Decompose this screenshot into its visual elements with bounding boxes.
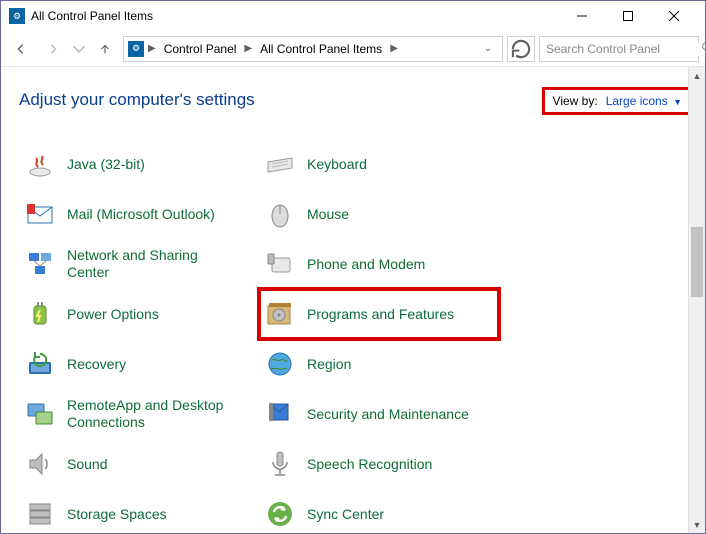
view-by-value[interactable]: Large icons ▼	[606, 94, 682, 108]
item-label: Sound	[67, 456, 107, 473]
titlebar: ⚙ All Control Panel Items	[1, 1, 705, 31]
mail-icon	[23, 197, 57, 231]
item-label: Mouse	[307, 206, 349, 223]
item-label: Security and Maintenance	[307, 406, 469, 423]
recovery-icon	[23, 347, 57, 381]
item-label: Network and Sharing Center	[67, 247, 237, 281]
item-network[interactable]: Network and Sharing Center	[19, 239, 259, 289]
refresh-button[interactable]	[507, 36, 535, 62]
page-title: Adjust your computer's settings	[19, 90, 255, 110]
address-dropdown-icon[interactable]: ⌄	[478, 43, 498, 54]
item-label: Java (32-bit)	[67, 156, 145, 173]
minimize-button[interactable]	[559, 1, 605, 31]
item-mail[interactable]: Mail (Microsoft Outlook)	[19, 189, 259, 239]
close-button[interactable]	[651, 1, 697, 31]
item-label: Mail (Microsoft Outlook)	[67, 206, 215, 223]
power-icon	[23, 297, 57, 331]
scroll-up-button[interactable]: ▲	[689, 67, 705, 84]
item-label: Phone and Modem	[307, 256, 425, 273]
programs-icon	[263, 297, 297, 331]
chevron-right-icon[interactable]: ▶	[388, 43, 400, 54]
breadcrumb-control-panel[interactable]: Control Panel	[160, 37, 241, 61]
back-button[interactable]	[7, 35, 35, 63]
remoteapp-icon	[23, 397, 57, 431]
view-by-control[interactable]: View by: Large icons ▼	[542, 87, 693, 115]
vertical-scrollbar[interactable]: ▲ ▼	[688, 67, 705, 533]
body: Adjust your computer's settings View by:…	[1, 67, 705, 533]
address-bar[interactable]: ⚙ ▶ Control Panel ▶ All Control Panel It…	[123, 36, 503, 62]
toolbar: ⚙ ▶ Control Panel ▶ All Control Panel It…	[1, 31, 705, 67]
item-remoteapp[interactable]: RemoteApp and Desktop Connections	[19, 389, 259, 439]
item-label: Programs and Features	[307, 306, 454, 323]
chevron-down-icon: ▼	[673, 97, 682, 107]
view-by-value-text: Large icons	[606, 94, 668, 108]
item-label: RemoteApp and Desktop Connections	[67, 397, 237, 431]
control-panel-address-icon: ⚙	[128, 41, 144, 57]
scroll-down-button[interactable]: ▼	[689, 516, 705, 533]
search-icon	[701, 41, 706, 57]
security-icon	[263, 397, 297, 431]
keyboard-icon	[263, 147, 297, 181]
chevron-right-icon[interactable]: ▶	[146, 43, 158, 54]
up-button[interactable]	[91, 35, 119, 63]
scroll-thumb[interactable]	[691, 227, 703, 297]
item-label: Region	[307, 356, 351, 373]
item-sound[interactable]: Sound	[19, 439, 259, 489]
content-header: Adjust your computer's settings View by:…	[19, 87, 693, 115]
item-label: Keyboard	[307, 156, 367, 173]
window-title: All Control Panel Items	[31, 9, 559, 23]
chevron-right-icon[interactable]: ▶	[242, 43, 254, 54]
item-java[interactable]: Java (32-bit)	[19, 139, 259, 189]
item-keyboard[interactable]: Keyboard	[259, 139, 499, 189]
java-icon	[23, 147, 57, 181]
item-label: Power Options	[67, 306, 159, 323]
network-icon	[23, 247, 57, 281]
recent-locations-button[interactable]	[71, 35, 87, 63]
item-power[interactable]: Power Options	[19, 289, 259, 339]
breadcrumb-all-items[interactable]: All Control Panel Items	[256, 37, 386, 61]
item-recovery[interactable]: Recovery	[19, 339, 259, 389]
item-security[interactable]: Security and Maintenance	[259, 389, 499, 439]
item-label: Recovery	[67, 356, 126, 373]
items-area: Java (32-bit) Keyboard Mail (Microsoft O…	[19, 139, 693, 529]
speech-icon	[263, 447, 297, 481]
item-label: Speech Recognition	[307, 456, 432, 473]
item-label: Sync Center	[307, 506, 384, 523]
sync-icon	[263, 497, 297, 529]
content-area: Adjust your computer's settings View by:…	[7, 67, 705, 533]
control-panel-icon: ⚙	[9, 8, 25, 24]
forward-button[interactable]	[39, 35, 67, 63]
storage-icon	[23, 497, 57, 529]
search-input[interactable]	[546, 42, 701, 56]
view-by-label: View by:	[553, 94, 598, 108]
item-storage[interactable]: Storage Spaces	[19, 489, 259, 529]
region-icon	[263, 347, 297, 381]
item-phone[interactable]: Phone and Modem	[259, 239, 499, 289]
maximize-button[interactable]	[605, 1, 651, 31]
item-mouse[interactable]: Mouse	[259, 189, 499, 239]
phone-icon	[263, 247, 297, 281]
item-speech[interactable]: Speech Recognition	[259, 439, 499, 489]
item-sync[interactable]: Sync Center	[259, 489, 499, 529]
search-box[interactable]	[539, 36, 699, 62]
sound-icon	[23, 447, 57, 481]
mouse-icon	[263, 197, 297, 231]
window-controls	[559, 1, 697, 31]
item-label: Storage Spaces	[67, 506, 167, 523]
item-programs-and-features[interactable]: Programs and Features	[259, 289, 499, 339]
item-region[interactable]: Region	[259, 339, 499, 389]
